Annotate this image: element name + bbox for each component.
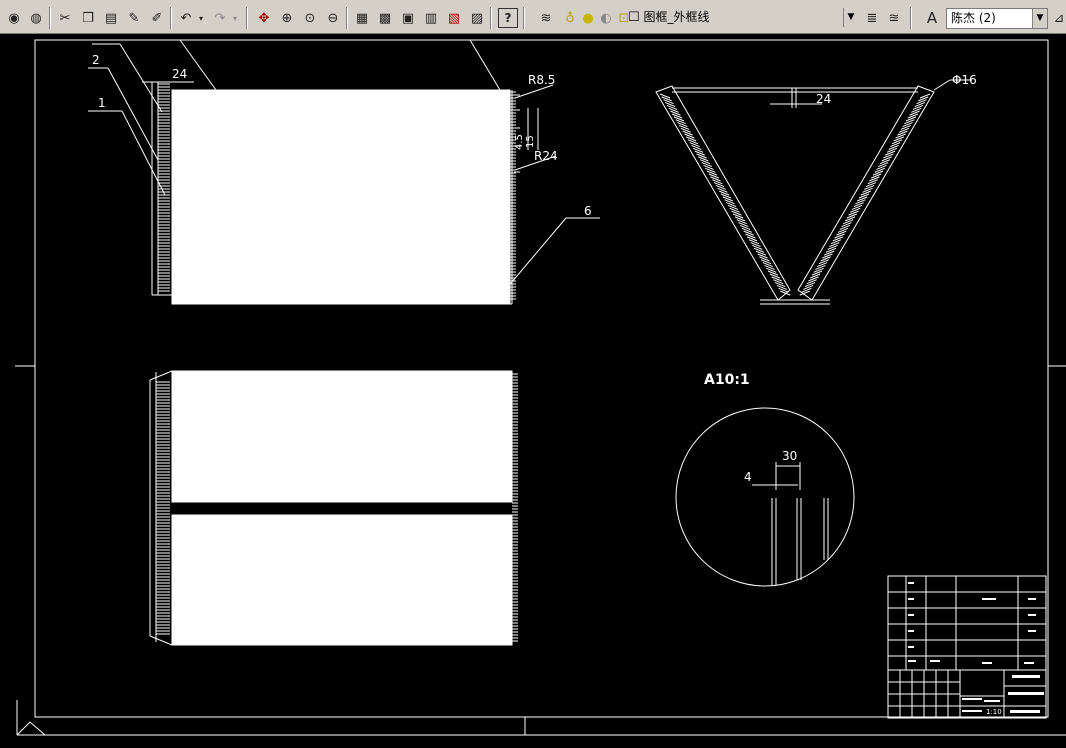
dim-15: 15: [525, 135, 536, 148]
dim-45: 4.5: [514, 134, 525, 150]
undo-icon[interactable]: ↶: [176, 8, 196, 28]
text-style-combo[interactable]: 陈杰 (2) ▼: [946, 8, 1048, 29]
redo-dropdown-icon[interactable]: ▾: [230, 8, 240, 28]
dim-24-top: 24: [172, 67, 187, 81]
toolbar-separator: [346, 7, 348, 29]
zoom-previous-icon[interactable]: ⊖: [323, 8, 343, 28]
layer-manager-icon[interactable]: ≋: [536, 8, 556, 28]
detail-view[interactable]: [675, 407, 855, 587]
zoom-realtime-icon[interactable]: ⊕: [277, 8, 297, 28]
properties-icon[interactable]: ▦: [352, 8, 372, 28]
tool-palettes-icon[interactable]: ▣: [398, 8, 418, 28]
detail-label: A10:1: [704, 372, 750, 388]
callout-2: 2: [92, 53, 100, 67]
dim-24-v: 24: [816, 92, 831, 106]
text-style-combo-value: 陈杰 (2): [951, 11, 996, 25]
callout-6: 6: [584, 204, 592, 218]
callout-1: 1: [98, 96, 106, 110]
redo-icon[interactable]: ↷: [210, 8, 230, 28]
globe-icon[interactable]: ◍: [26, 8, 46, 28]
toolbar-separator: [246, 7, 248, 29]
undo-dropdown-icon[interactable]: ▾: [196, 8, 206, 28]
zoom-window-icon[interactable]: ⊙: [300, 8, 320, 28]
design-center-icon[interactable]: ▩: [375, 8, 395, 28]
toolbar-separator: [49, 7, 51, 29]
ucs-icon: [16, 721, 46, 736]
copy-icon[interactable]: ❐: [78, 8, 98, 28]
toolbar-separator: [910, 7, 912, 29]
side-view-v[interactable]: [655, 79, 972, 305]
scale-label: 1:10: [986, 708, 1002, 716]
insulation-hatch: [659, 93, 931, 296]
render-icon[interactable]: ◉: [4, 8, 24, 28]
toolbar-separator: [523, 7, 525, 29]
paste-icon[interactable]: ▤: [101, 8, 121, 28]
dim-r24: R24: [534, 149, 558, 163]
dimension-style-icon[interactable]: ⊿: [1052, 8, 1066, 28]
cad-drawing[interactable]: 2 1 6 24 R8.5 R24 15 4.5 Φ16 24 A10:1 30…: [0, 34, 1066, 744]
dim-4: 4: [744, 470, 752, 484]
title-block-text-marks: [908, 582, 1044, 713]
dim-phi16: Φ16: [952, 73, 977, 87]
front-view-bottom[interactable]: [149, 370, 513, 646]
block-editor-icon[interactable]: ✐: [147, 8, 167, 28]
match-properties-icon[interactable]: ✎: [124, 8, 144, 28]
help-icon[interactable]: ?: [498, 8, 518, 28]
layer-viewport-icon[interactable]: ◐: [596, 8, 616, 28]
layer-on-bulb-icon[interactable]: ♁: [560, 8, 580, 28]
make-object-layer-current-icon[interactable]: ≣: [862, 8, 882, 28]
layer-color-swatch: ☐: [628, 10, 640, 25]
toolbar-separator: [170, 7, 172, 29]
layer-combo-value: 图框_外框线: [643, 10, 710, 24]
dim-30: 30: [782, 449, 797, 463]
layer-combo[interactable]: ☐ 图框_外框线 ▼: [628, 8, 858, 29]
layer-previous-icon[interactable]: ≊: [884, 8, 904, 28]
dim-r85: R8.5: [528, 73, 555, 87]
chevron-down-icon[interactable]: ▼: [843, 8, 858, 27]
pan-realtime-icon[interactable]: ✥: [254, 8, 274, 28]
standard-toolbar: ◉ ◍ ✂ ❐ ▤ ✎ ✐ ↶ ▾ ↷ ▾ ✥ ⊕ ⊙ ⊖ ▦ ▩ ▣ ▥ ▧ …: [0, 0, 1066, 34]
calculator-icon[interactable]: ▨: [467, 8, 487, 28]
chevron-down-icon[interactable]: ▼: [1032, 9, 1047, 28]
drawing-canvas[interactable]: 2 1 6 24 R8.5 R24 15 4.5 Φ16 24 A10:1 30…: [0, 34, 1066, 744]
front-view-top[interactable]: [151, 81, 520, 305]
text-style-icon[interactable]: A: [922, 8, 942, 28]
cut-icon[interactable]: ✂: [55, 8, 75, 28]
toolbar-separator: [490, 7, 492, 29]
sheet-set-icon[interactable]: ▥: [421, 8, 441, 28]
layer-freeze-sun-icon[interactable]: ●: [578, 8, 598, 28]
markup-icon[interactable]: ▧: [444, 8, 464, 28]
